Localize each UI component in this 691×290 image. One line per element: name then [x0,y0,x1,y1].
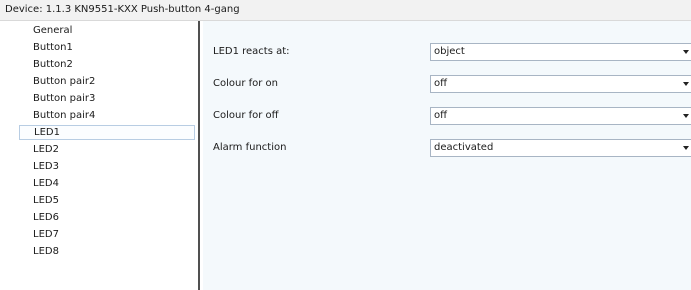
sidebar-item-led1[interactable]: LED1 [19,125,195,140]
sidebar-item-label: Button pair2 [33,76,96,87]
sidebar-item-label: Button pair3 [33,93,96,104]
sidebar-item-label: General [33,25,73,36]
sidebar-item-led6[interactable]: LED6 [19,210,195,225]
sidebar-item-led7[interactable]: LED7 [19,227,195,242]
chevron-down-icon [683,146,689,150]
sidebar-item-label: Button2 [33,59,73,70]
sidebar-item-button-pair2[interactable]: Button pair2 [19,74,195,89]
sidebar-item-led3[interactable]: LED3 [19,159,195,174]
parameter-panel: LED1 reacts at: object Colour for on off… [203,21,691,290]
sidebar-item-led8[interactable]: LED8 [19,244,195,259]
sidebar-item-label: LED6 [33,212,59,223]
chevron-down-icon [683,50,689,54]
sidebar-item-label: LED3 [33,161,59,172]
sidebar-item-label: LED8 [33,246,59,257]
sidebar-item-label: LED5 [33,195,59,206]
sidebar-item-label: Button1 [33,42,73,53]
sidebar-item-label: Button pair4 [33,110,96,121]
alarm-function-dropdown[interactable]: deactivated [430,139,691,157]
colour-for-off-dropdown[interactable]: off [430,107,691,125]
colour-for-on-dropdown[interactable]: off [430,75,691,93]
sidebar-item-led4[interactable]: LED4 [19,176,195,191]
sidebar-item-label: LED2 [33,144,59,155]
sidebar-item-button-pair4[interactable]: Button pair4 [19,108,195,123]
sidebar-item-led5[interactable]: LED5 [19,193,195,208]
device-title-bar: Device: 1.1.3 KN9551-KXX Push-button 4-g… [0,0,691,21]
parameter-navigation: General Button1 Button2 Button pair2 But… [0,21,200,290]
colour-for-off-label: Colour for off [213,110,279,121]
sidebar-item-label: LED1 [34,127,60,138]
chevron-down-icon [683,82,689,86]
led1-reacts-at-label: LED1 reacts at: [213,46,290,57]
sidebar-item-button1[interactable]: Button1 [19,40,195,55]
sidebar-item-button2[interactable]: Button2 [19,57,195,72]
device-title: Device: 1.1.3 KN9551-KXX Push-button 4-g… [5,4,240,15]
dropdown-value: off [434,110,448,121]
alarm-function-label: Alarm function [213,142,287,153]
chevron-down-icon [683,114,689,118]
dropdown-value: object [434,46,465,57]
sidebar-item-label: LED7 [33,229,59,240]
sidebar-item-button-pair3[interactable]: Button pair3 [19,91,195,106]
sidebar-item-led2[interactable]: LED2 [19,142,195,157]
sidebar-item-general[interactable]: General [19,23,195,38]
dropdown-value: deactivated [434,142,494,153]
dropdown-value: off [434,78,448,89]
colour-for-on-label: Colour for on [213,78,279,89]
led1-reacts-at-dropdown[interactable]: object [430,43,691,61]
sidebar-item-label: LED4 [33,178,59,189]
